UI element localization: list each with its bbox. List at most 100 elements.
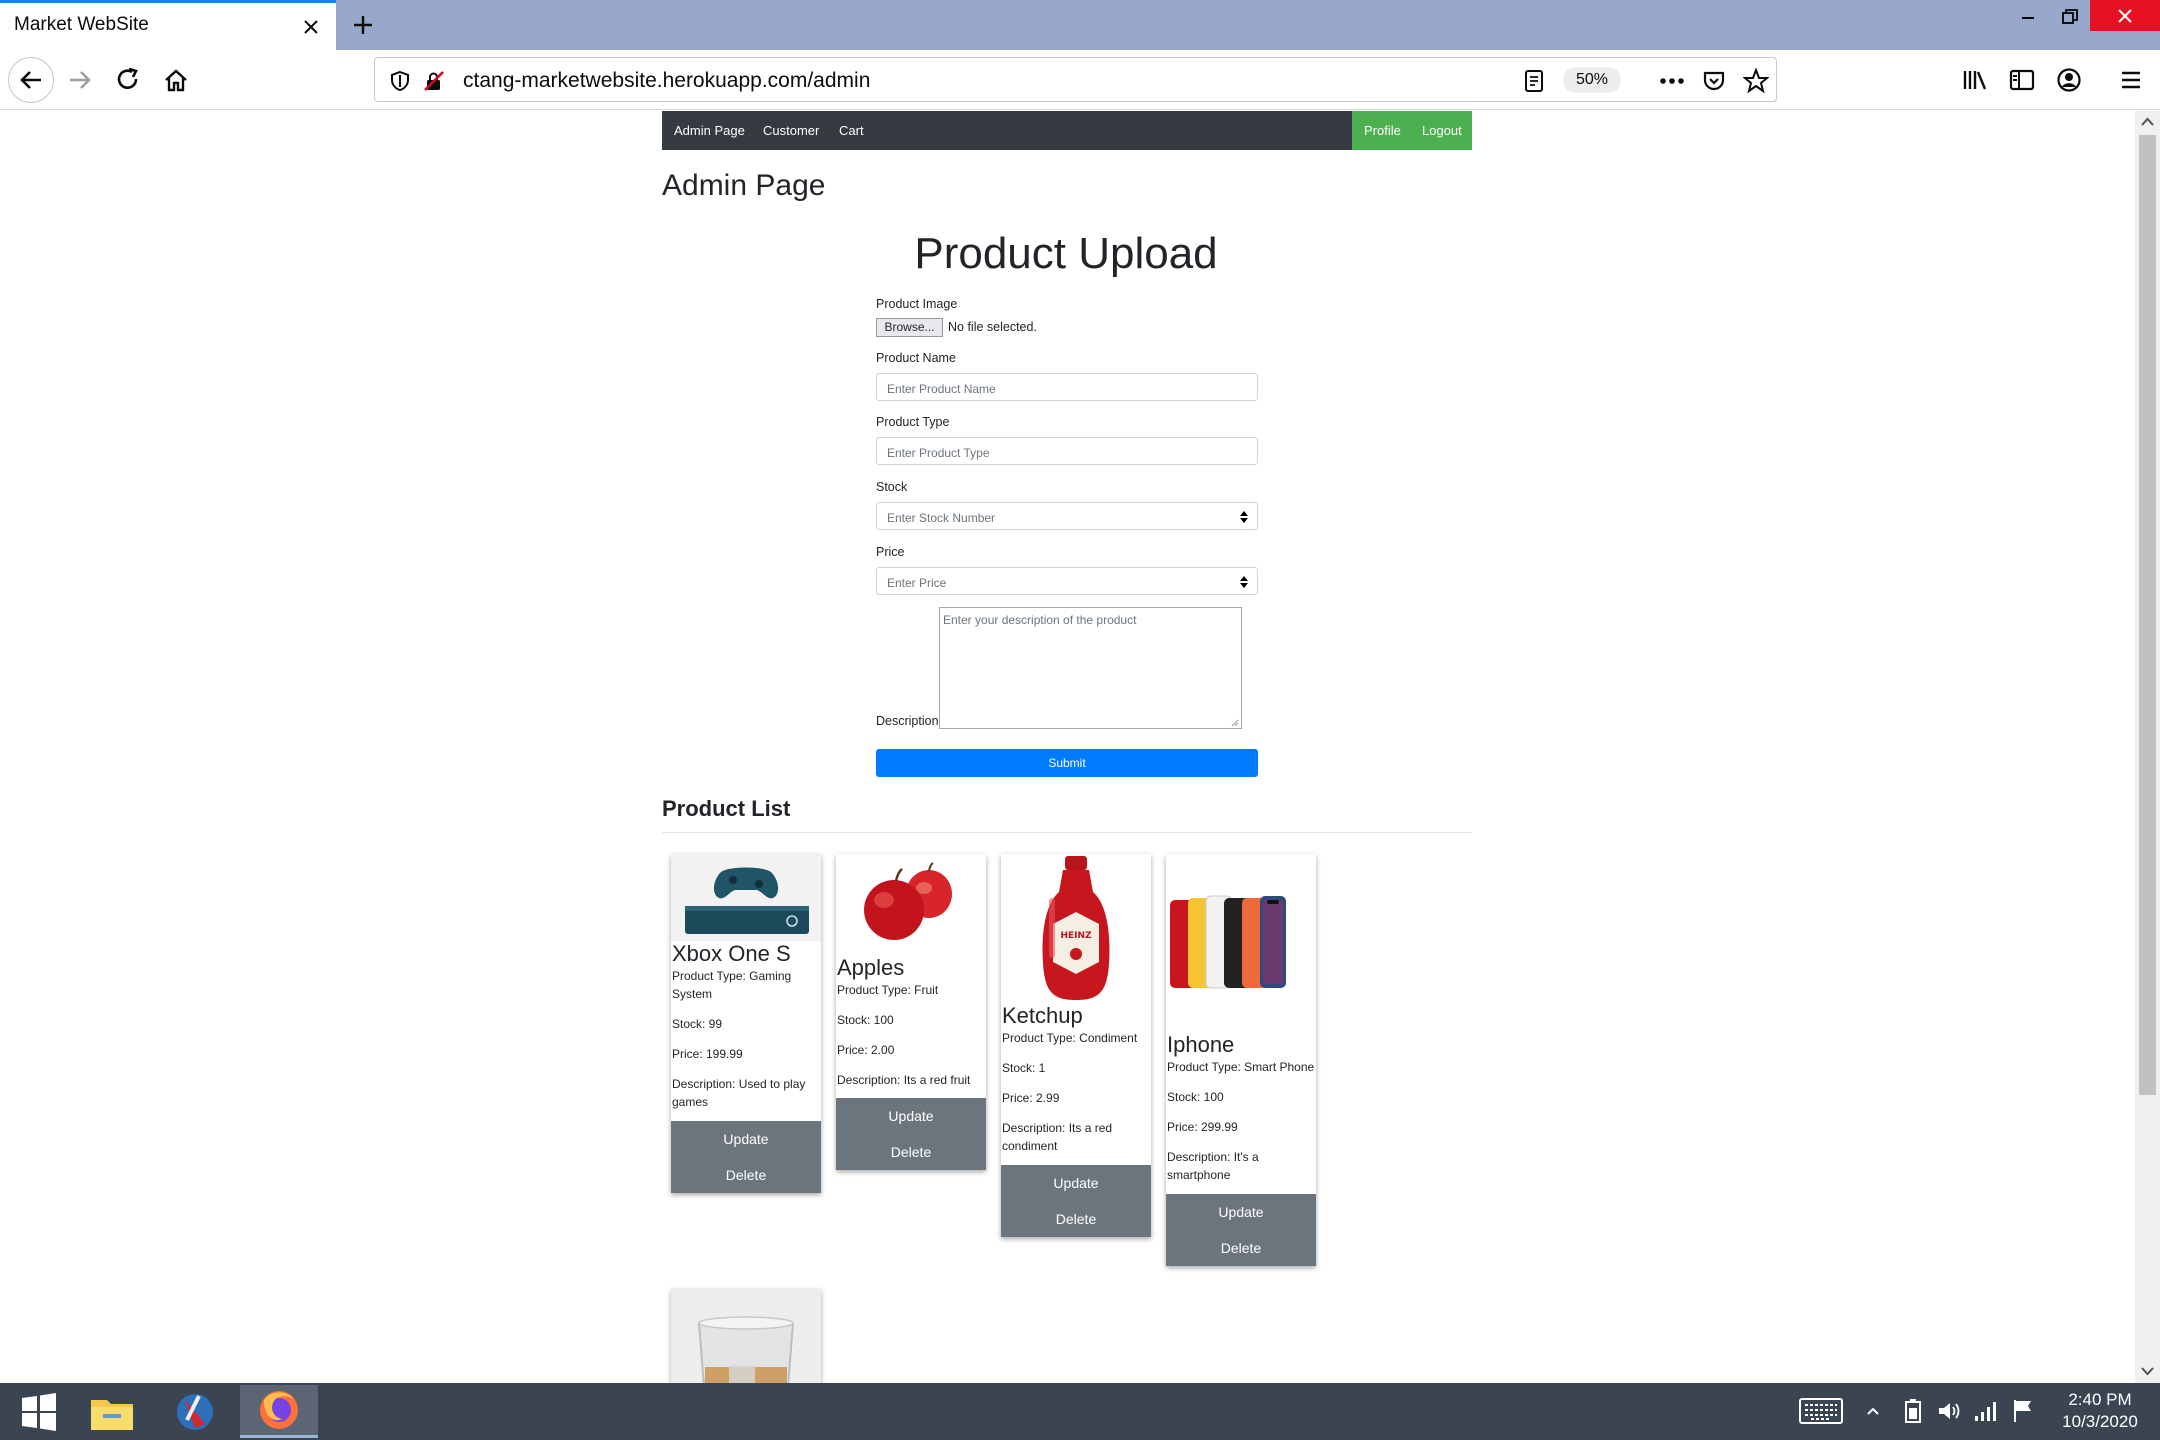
product-stock: Stock: 100 <box>837 1013 894 1027</box>
nav-cart[interactable]: Cart <box>839 123 864 138</box>
update-button[interactable]: Update <box>1001 1165 1151 1201</box>
nav-logout[interactable]: Logout <box>1422 123 1462 138</box>
account-icon[interactable] <box>2051 62 2087 98</box>
product-stock: Stock: 1 <box>1002 1061 1046 1075</box>
number-spinner-icon[interactable] <box>1239 575 1249 589</box>
reload-icon[interactable] <box>106 58 150 102</box>
product-image-apples <box>836 854 986 955</box>
product-description: Description: Its a red condiment <box>1002 1121 1113 1153</box>
library-icon[interactable] <box>1957 62 1993 98</box>
product-card <box>671 1289 821 1383</box>
product-card: Apples Product Type: Fruit Stock: 100 Pr… <box>836 854 986 1170</box>
product-price: Price: 2.00 <box>837 1043 895 1057</box>
forward-icon[interactable] <box>58 58 102 102</box>
scroll-up-icon[interactable] <box>2140 115 2155 130</box>
ccleaner-icon[interactable] <box>156 1385 234 1438</box>
nav-customer[interactable]: Customer <box>763 123 819 138</box>
windows-start-icon[interactable] <box>0 1385 78 1438</box>
insecure-lock-icon[interactable] <box>419 66 449 96</box>
product-name: Xbox One S <box>672 941 791 966</box>
clock-date: 10/3/2020 <box>2062 1412 2138 1431</box>
stock-input[interactable]: Enter Stock Number <box>876 502 1258 530</box>
svg-text:HEINZ: HEINZ <box>1060 931 1092 941</box>
product-card: Iphone Product Type: Smart Phone Stock: … <box>1166 854 1316 1266</box>
file-explorer-icon[interactable] <box>73 1385 151 1438</box>
product-price: Price: 299.99 <box>1167 1120 1238 1134</box>
browser-tab[interactable]: Market WebSite <box>0 0 336 50</box>
nav-profile[interactable]: Profile <box>1364 123 1401 138</box>
bookmark-star-icon[interactable] <box>1741 66 1771 96</box>
product-price: Price: 2.99 <box>1002 1091 1060 1105</box>
product-name: Iphone <box>1167 1032 1235 1057</box>
back-icon[interactable] <box>8 57 54 103</box>
shield-icon[interactable] <box>385 66 415 96</box>
submit-button[interactable]: Submit <box>876 749 1258 777</box>
delete-button[interactable]: Delete <box>671 1157 821 1193</box>
resize-grip-icon[interactable] <box>1229 716 1239 727</box>
scroll-down-icon[interactable] <box>2140 1363 2155 1378</box>
browse-file-button[interactable]: Browse... <box>876 318 943 337</box>
price-label: Price <box>876 545 905 559</box>
product-name-input[interactable]: Enter Product Name <box>876 373 1258 401</box>
tab-title: Market WebSite <box>14 14 149 35</box>
nav-admin-page[interactable]: Admin Page <box>674 123 745 138</box>
reader-view-icon[interactable] <box>1519 66 1549 96</box>
product-image-glass <box>671 1289 821 1383</box>
description-label: Description <box>876 714 939 728</box>
sidebar-icon[interactable] <box>2004 62 2040 98</box>
product-image-xbox <box>671 854 821 941</box>
firefox-icon[interactable] <box>240 1385 318 1438</box>
product-image-iphone <box>1166 854 1316 1032</box>
action-center-flag-icon[interactable] <box>2010 1397 2036 1425</box>
delete-button[interactable]: Delete <box>836 1134 986 1170</box>
upload-form-title: Product Upload <box>914 229 1218 278</box>
scroll-thumb[interactable] <box>2139 135 2156 1095</box>
price-input[interactable]: Enter Price <box>876 567 1258 595</box>
zoom-level-badge[interactable]: 50% <box>1563 67 1621 93</box>
system-clock[interactable]: 2:40 PM 10/3/2020 <box>2050 1389 2150 1433</box>
network-icon[interactable] <box>1972 1397 1998 1425</box>
close-window-icon[interactable] <box>2090 0 2160 31</box>
product-card: HEINZ Ketchup Product Type: Condiment St… <box>1001 854 1151 1237</box>
restore-icon[interactable] <box>2045 0 2095 34</box>
delete-button[interactable]: Delete <box>1001 1201 1151 1237</box>
stock-label: Stock <box>876 480 908 494</box>
description-placeholder: Enter your description of the product <box>943 613 1137 627</box>
delete-button[interactable]: Delete <box>1166 1230 1316 1266</box>
url-text[interactable]: ctang-marketwebsite.herokuapp.com/admin <box>463 69 870 93</box>
product-stock: Stock: 99 <box>672 1017 723 1031</box>
browser-toolbar: ctang-marketwebsite.herokuapp.com/admin … <box>0 50 2160 110</box>
more-actions-icon[interactable] <box>1657 66 1687 96</box>
update-button[interactable]: Update <box>836 1098 986 1134</box>
number-spinner-icon[interactable] <box>1239 510 1249 524</box>
product-name: Ketchup <box>1002 1003 1083 1028</box>
product-type-label: Product Type <box>876 415 950 429</box>
new-tab-icon[interactable] <box>346 8 380 42</box>
product-stock: Stock: 100 <box>1167 1090 1224 1104</box>
pocket-icon[interactable] <box>1699 66 1729 96</box>
description-textarea[interactable]: Enter your description of the product <box>939 607 1242 729</box>
file-status-text: No file selected. <box>948 320 1037 334</box>
product-type-input[interactable]: Enter Product Type <box>876 437 1258 465</box>
product-name-label: Product Name <box>876 351 956 365</box>
update-button[interactable]: Update <box>1166 1194 1316 1230</box>
volume-icon[interactable] <box>1936 1397 1962 1425</box>
close-tab-icon[interactable] <box>297 13 325 41</box>
product-type: Product Type: Gaming System <box>672 969 792 1001</box>
battery-icon[interactable] <box>1900 1397 1926 1425</box>
hamburger-menu-icon[interactable] <box>2113 62 2149 98</box>
product-type: Product Type: Fruit <box>837 983 939 997</box>
product-list-heading: Product List <box>662 796 791 821</box>
touch-keyboard-icon[interactable] <box>1798 1397 1844 1425</box>
product-description: Description: Its a red fruit <box>837 1073 971 1087</box>
update-button[interactable]: Update <box>671 1121 821 1157</box>
page-scrollbar[interactable] <box>2135 111 2160 1383</box>
divider <box>662 832 1472 833</box>
product-description: Description: Used to play games <box>672 1077 806 1109</box>
address-bar[interactable]: ctang-marketwebsite.herokuapp.com/admin … <box>374 57 1777 102</box>
home-icon[interactable] <box>154 58 198 102</box>
product-image-label: Product Image <box>876 297 958 311</box>
show-hidden-icons-icon[interactable] <box>1863 1397 1883 1425</box>
product-type: Product Type: Smart Phone <box>1167 1060 1315 1074</box>
browser-tab-bar: Market WebSite <box>0 0 2160 50</box>
